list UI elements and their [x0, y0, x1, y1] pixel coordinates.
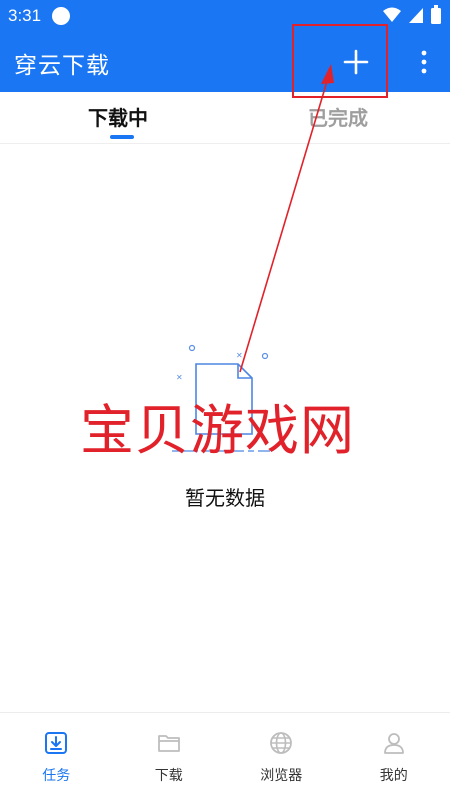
nav-label-downloads: 下载	[154, 768, 183, 784]
nav-label-profile: 我的	[379, 768, 408, 784]
battery-icon	[431, 5, 441, 24]
tab-indicator	[110, 135, 134, 139]
tab-bar: 下载中 已完成	[0, 92, 450, 144]
app-bar: 穿云下载	[0, 32, 450, 92]
user-icon	[383, 733, 404, 754]
tab-completed[interactable]: 已完成	[308, 102, 368, 131]
plus-icon	[343, 49, 369, 75]
status-bar: 3:31	[0, 0, 450, 32]
status-time: 3:31	[8, 6, 42, 25]
app-title: 穿云下载	[14, 53, 110, 79]
nav-label-tasks: 任务	[42, 768, 71, 784]
svg-text:✕: ✕	[236, 351, 243, 360]
tab-downloading[interactable]: 下载中	[88, 102, 148, 131]
wifi-icon	[383, 7, 401, 22]
system-icons	[382, 5, 442, 25]
watermark-text: 宝贝游戏网	[80, 399, 355, 462]
nav-item-profile[interactable]: 我的	[338, 713, 450, 800]
signal-icon	[409, 8, 423, 23]
notification-app-icon	[52, 7, 70, 25]
nav-item-browser[interactable]: 浏览器	[225, 713, 338, 800]
nav-item-downloads[interactable]: 下载	[113, 713, 226, 800]
add-download-button[interactable]	[332, 42, 380, 82]
nav-item-tasks[interactable]: 任务	[0, 713, 113, 800]
empty-state-message: 暂无数据	[185, 486, 265, 510]
globe-icon	[270, 732, 293, 754]
folder-icon	[157, 735, 180, 752]
more-options-button[interactable]	[414, 42, 434, 82]
more-vert-icon	[421, 50, 427, 74]
nav-label-browser: 浏览器	[260, 768, 303, 784]
download-task-icon	[45, 732, 68, 754]
svg-text:✕: ✕	[176, 373, 183, 382]
bottom-nav: 任务 下载 浏览器 我的	[0, 712, 450, 800]
